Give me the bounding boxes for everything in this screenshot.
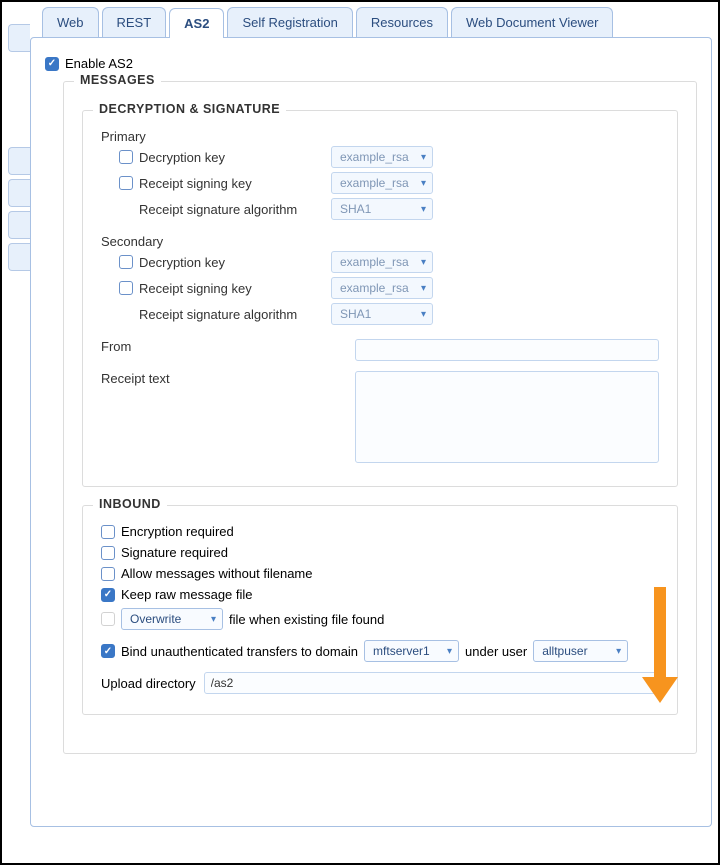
chevron-down-icon: ▾ — [421, 283, 426, 294]
overwrite-suffix-label: file when existing file found — [229, 612, 384, 627]
secondary-decryption-key-label: Decryption key — [139, 255, 225, 270]
tab-bar: Web REST AS2 Self Registration Resources… — [42, 7, 712, 37]
bind-transfers-label: Bind unauthenticated transfers to domain — [121, 644, 358, 659]
tab-web-doc-viewer[interactable]: Web Document Viewer — [451, 7, 613, 37]
primary-receipt-key-checkbox[interactable] — [119, 176, 133, 190]
inbound-legend: INBOUND — [93, 497, 167, 511]
upload-directory-input[interactable] — [204, 672, 659, 694]
secondary-decryption-key-checkbox[interactable] — [119, 255, 133, 269]
primary-receipt-key-select[interactable]: example_rsa▾ — [331, 172, 433, 194]
messages-legend: MESSAGES — [74, 73, 161, 87]
tab-rest[interactable]: REST — [102, 7, 167, 37]
sidebar-frag[interactable] — [8, 179, 30, 207]
secondary-decryption-key-select[interactable]: example_rsa▾ — [331, 251, 433, 273]
signature-required-checkbox[interactable] — [101, 546, 115, 560]
primary-receipt-key-label: Receipt signing key — [139, 176, 252, 191]
from-input[interactable] — [355, 339, 659, 361]
secondary-receipt-alg-label: Receipt signature algorithm — [139, 307, 297, 322]
tab-self-registration[interactable]: Self Registration — [227, 7, 352, 37]
allow-no-filename-label: Allow messages without filename — [121, 566, 312, 581]
chevron-down-icon: ▾ — [616, 646, 621, 657]
dec-sig-legend: DECRYPTION & SIGNATURE — [93, 102, 286, 116]
primary-decryption-key-checkbox[interactable] — [119, 150, 133, 164]
overwrite-select[interactable]: Overwrite▾ — [121, 608, 223, 630]
sidebar-tab-fragments — [8, 24, 30, 275]
encryption-required-label: Encryption required — [121, 524, 234, 539]
overwrite-checkbox[interactable] — [101, 612, 115, 626]
secondary-title: Secondary — [101, 234, 659, 249]
receipt-text-label: Receipt text — [101, 371, 355, 386]
primary-decryption-key-label: Decryption key — [139, 150, 225, 165]
sidebar-frag[interactable] — [8, 243, 30, 271]
under-user-label: under user — [465, 644, 527, 659]
secondary-receipt-alg-select[interactable]: SHA1▾ — [331, 303, 433, 325]
primary-title: Primary — [101, 129, 659, 144]
upload-directory-label: Upload directory — [101, 676, 196, 691]
decryption-signature-fieldset: DECRYPTION & SIGNATURE Primary Decryptio… — [82, 110, 678, 487]
as2-panel: Enable AS2 MESSAGES DECRYPTION & SIGNATU… — [30, 37, 712, 827]
chevron-down-icon: ▾ — [421, 204, 426, 215]
chevron-down-icon: ▾ — [421, 152, 426, 163]
bind-domain-select[interactable]: mftserver1▾ — [364, 640, 459, 662]
tab-resources[interactable]: Resources — [356, 7, 448, 37]
chevron-down-icon: ▾ — [447, 646, 452, 657]
sidebar-frag[interactable] — [8, 24, 30, 52]
secondary-receipt-key-label: Receipt signing key — [139, 281, 252, 296]
from-label: From — [101, 339, 355, 354]
receipt-text-textarea[interactable] — [355, 371, 659, 463]
chevron-down-icon: ▾ — [421, 309, 426, 320]
encryption-required-checkbox[interactable] — [101, 525, 115, 539]
annotation-arrow — [642, 587, 678, 703]
signature-required-label: Signature required — [121, 545, 228, 560]
keep-raw-message-checkbox[interactable] — [101, 588, 115, 602]
secondary-receipt-key-select[interactable]: example_rsa▾ — [331, 277, 433, 299]
bind-user-select[interactable]: alltpuser▾ — [533, 640, 628, 662]
keep-raw-message-label: Keep raw message file — [121, 587, 253, 602]
sidebar-frag[interactable] — [8, 147, 30, 175]
enable-as2-label: Enable AS2 — [65, 56, 133, 71]
chevron-down-icon: ▾ — [421, 257, 426, 268]
primary-receipt-alg-select[interactable]: SHA1▾ — [331, 198, 433, 220]
messages-fieldset: MESSAGES DECRYPTION & SIGNATURE Primary … — [63, 81, 697, 754]
enable-as2-checkbox[interactable] — [45, 57, 59, 71]
allow-no-filename-checkbox[interactable] — [101, 567, 115, 581]
primary-decryption-key-select[interactable]: example_rsa▾ — [331, 146, 433, 168]
inbound-fieldset: INBOUND Encryption required Signature re… — [82, 505, 678, 715]
secondary-receipt-key-checkbox[interactable] — [119, 281, 133, 295]
sidebar-frag[interactable] — [8, 211, 30, 239]
tab-web[interactable]: Web — [42, 7, 99, 37]
primary-receipt-alg-label: Receipt signature algorithm — [139, 202, 297, 217]
chevron-down-icon: ▾ — [421, 178, 426, 189]
bind-transfers-checkbox[interactable] — [101, 644, 115, 658]
chevron-down-icon: ▾ — [211, 614, 216, 625]
tab-as2[interactable]: AS2 — [169, 8, 224, 38]
